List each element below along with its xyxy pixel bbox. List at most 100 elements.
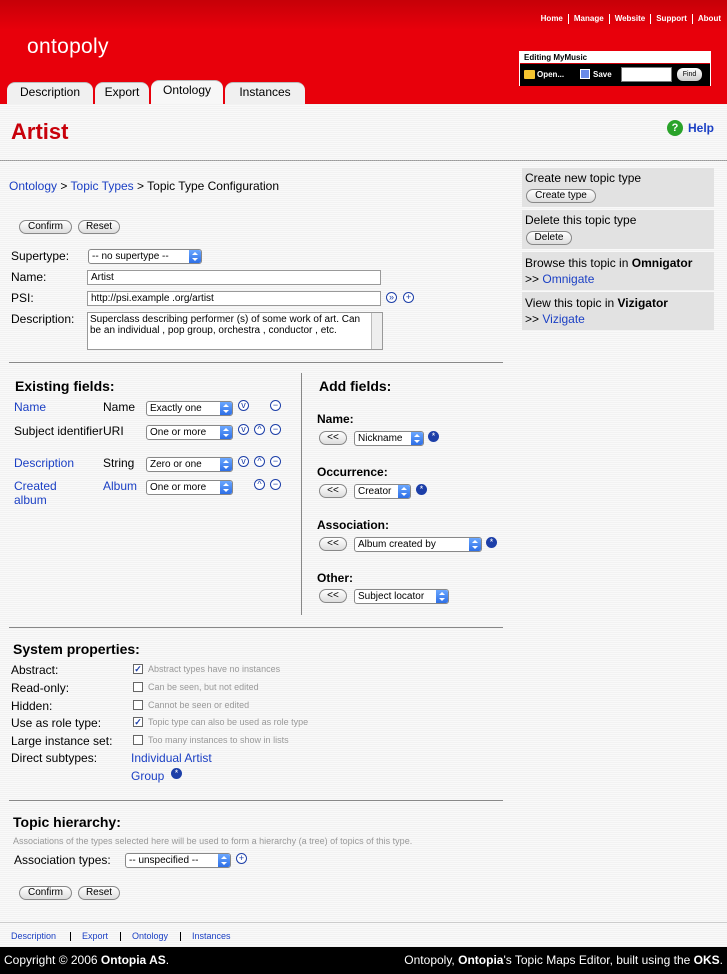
add-fields-heading: Add fields: (319, 378, 392, 394)
subtype-link[interactable]: Group (131, 769, 164, 783)
association-types-value: -- unspecified -- (129, 855, 199, 866)
header: ontopoly Home Manage Website Support About E… (0, 0, 727, 104)
cardinality-select[interactable]: One or more (146, 480, 233, 495)
footer-ontology-link[interactable]: Ontology (132, 931, 168, 941)
open-button[interactable]: Open... (537, 70, 564, 79)
psi-field[interactable]: http://psi.example .org/artist (87, 291, 381, 306)
cardinality-select[interactable]: Zero or one (146, 457, 233, 472)
name-field[interactable]: Artist (87, 270, 381, 285)
remove-icon[interactable]: − (270, 479, 281, 490)
nav-home[interactable]: Home (541, 14, 563, 23)
reset-button[interactable]: Reset (78, 220, 120, 234)
move-up-icon[interactable]: ^ (254, 424, 265, 435)
abstract-checkbox[interactable]: ✓ (133, 664, 143, 674)
breadcrumb-ontology[interactable]: Ontology (9, 179, 57, 193)
delete-button[interactable]: Delete (526, 231, 572, 245)
create-icon[interactable]: * (416, 484, 427, 495)
nav-support[interactable]: Support (656, 14, 687, 23)
reset-button[interactable]: Reset (78, 886, 120, 900)
move-up-icon[interactable]: ^ (254, 479, 265, 490)
cardinality-value: One or more (150, 482, 207, 493)
sidebar-vizigator-box: View this topic in Vizigator >> Vizigate (522, 292, 714, 330)
hidden-hint: Cannot be seen or edited (148, 700, 250, 710)
psi-label: PSI: (11, 291, 34, 305)
field-name-link[interactable]: Name (14, 400, 46, 414)
company-name: Ontopia AS (100, 953, 166, 967)
breadcrumb: Ontology > Topic Types > Topic Type Conf… (9, 179, 279, 193)
find-button[interactable]: Find (677, 68, 702, 81)
find-input[interactable] (621, 67, 672, 82)
footer-description-link[interactable]: Description (11, 931, 56, 941)
field-description-link[interactable]: Description (14, 456, 74, 470)
supertype-select[interactable]: -- no supertype -- (88, 249, 202, 264)
add-icon[interactable]: + (236, 853, 247, 864)
add-occurrence-select[interactable]: Creator (354, 484, 411, 499)
hierarchy-hint: Associations of the types selected here … (13, 836, 413, 846)
add-icon[interactable]: + (403, 292, 414, 303)
add-name-select[interactable]: Nickname (354, 431, 424, 446)
cardinality-value: One or more (150, 427, 207, 438)
description-textarea[interactable]: Superclass describing performer (s) of s… (87, 312, 383, 350)
move-down-icon[interactable]: v (238, 456, 249, 467)
create-icon[interactable]: * (428, 431, 439, 442)
chevron-down-icon (436, 590, 448, 603)
add-name-button[interactable]: << (319, 431, 347, 445)
add-other-button[interactable]: << (319, 589, 347, 603)
confirm-button[interactable]: Confirm (19, 886, 72, 900)
tab-instances[interactable]: Instances (225, 82, 305, 104)
chevron-down-icon (220, 458, 232, 471)
confirm-button[interactable]: Confirm (19, 220, 72, 234)
nav-website[interactable]: Website (615, 14, 646, 23)
folder-icon (524, 70, 535, 79)
vizigator-text: View this topic in (525, 296, 615, 310)
create-icon[interactable]: * (171, 768, 182, 779)
large-instance-checkbox[interactable] (133, 735, 143, 745)
read-only-checkbox[interactable] (133, 682, 143, 692)
add-association-select[interactable]: Album created by (354, 537, 482, 552)
footer-instances-link[interactable]: Instances (192, 931, 231, 941)
omnigator-text: Browse this topic in (525, 256, 629, 270)
separator (180, 932, 181, 941)
subtype-link[interactable]: Individual Artist (131, 751, 212, 765)
field-created-album-link[interactable]: Created album (14, 479, 74, 507)
nav-about[interactable]: About (698, 14, 721, 23)
remove-icon[interactable]: − (270, 400, 281, 411)
separator (70, 932, 71, 941)
tab-description[interactable]: Description (7, 82, 93, 104)
page-title: Artist (11, 119, 69, 144)
nav-manage[interactable]: Manage (574, 14, 604, 23)
chevron-down-icon (189, 250, 201, 263)
create-type-button[interactable]: Create type (526, 189, 596, 203)
omnigate-link[interactable]: Omnigate (542, 272, 594, 286)
scrollbar[interactable] (371, 313, 382, 349)
cardinality-select[interactable]: One or more (146, 425, 233, 440)
move-down-icon[interactable]: v (238, 424, 249, 435)
editing-title: Editing MyMusic (520, 52, 710, 63)
cardinality-select[interactable]: Exactly one (146, 401, 233, 416)
tab-export[interactable]: Export (95, 82, 149, 104)
name-label: Name: (11, 270, 47, 284)
add-other-select[interactable]: Subject locator (354, 589, 449, 604)
create-icon[interactable]: * (486, 537, 497, 548)
add-occurrence-button[interactable]: << (319, 484, 347, 498)
association-types-select[interactable]: -- unspecified -- (125, 853, 231, 868)
remove-icon[interactable]: − (270, 456, 281, 467)
vizigate-link[interactable]: Vizigate (542, 312, 584, 326)
move-down-icon[interactable]: v (238, 400, 249, 411)
footer-export-link[interactable]: Export (82, 931, 108, 941)
remove-icon[interactable]: − (270, 424, 281, 435)
goto-icon[interactable]: » (386, 292, 397, 303)
cardinality-value: Zero or one (150, 459, 202, 470)
move-up-icon[interactable]: ^ (254, 456, 265, 467)
hidden-checkbox[interactable] (133, 700, 143, 710)
field-type-link[interactable]: Album (103, 479, 137, 493)
help-link[interactable]: Help (688, 121, 714, 135)
role-type-checkbox[interactable]: ✓ (133, 717, 143, 727)
save-button[interactable]: Save (593, 70, 612, 79)
breadcrumb-topic-types[interactable]: Topic Types (71, 179, 134, 193)
tab-ontology[interactable]: Ontology (151, 80, 223, 104)
omnigator-name: Omnigator (631, 256, 693, 270)
help-icon[interactable]: ? (667, 120, 683, 136)
read-only-hint: Can be seen, but not edited (148, 682, 259, 692)
add-association-button[interactable]: << (319, 537, 347, 551)
